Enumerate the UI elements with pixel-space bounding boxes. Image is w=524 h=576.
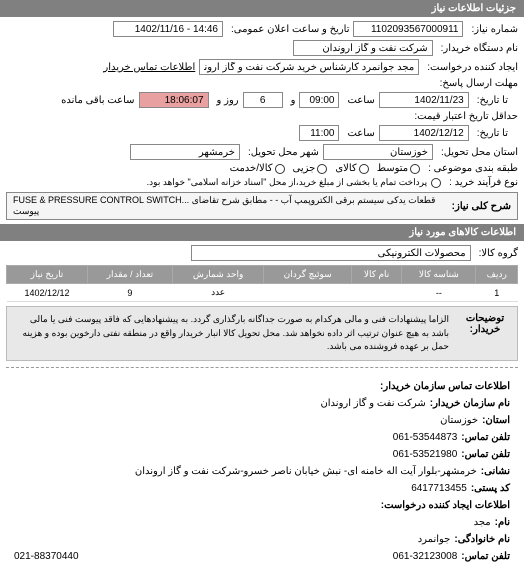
dev-input[interactable] bbox=[293, 40, 433, 56]
contact-block: اطلاعات تماس سازمان خریدار: نام سازمان خ… bbox=[6, 374, 518, 569]
fax-label: تلفن تماس: bbox=[461, 446, 510, 463]
process-label: نوع فرآیند خرید : bbox=[445, 177, 518, 188]
validity-hour-input[interactable] bbox=[299, 125, 339, 141]
cat-label: طبقه بندی موضوعی : bbox=[424, 163, 518, 174]
org-value: شرکت نفت و گاز اروندان bbox=[320, 395, 425, 412]
location-label: استان محل تحویل: bbox=[437, 147, 518, 158]
family-value: جوانمرد bbox=[418, 531, 451, 548]
keyword-value: FUSE & PRESSURE CONTROL SWITCH... قطعات … bbox=[13, 195, 442, 217]
post-value: 6417713455 bbox=[411, 480, 467, 497]
cat-opt-2[interactable]: جزیی bbox=[293, 163, 328, 174]
form-content: شماره نیاز: تاریخ و ساعت اعلان عمومی: نا… bbox=[0, 17, 524, 224]
items-table: ردیف شناسه کالا نام کالا سوئیچ گردان واح… bbox=[6, 265, 518, 302]
radio-icon bbox=[317, 164, 327, 174]
cat-radio-group: متوسط کالای جزیی کالا/خدمت bbox=[230, 163, 421, 174]
to-date-label: تا تاریخ: bbox=[473, 95, 508, 106]
city-label: شهر محل تحویل: bbox=[244, 147, 319, 158]
phone-label: تلفن تماس: bbox=[461, 429, 510, 446]
dev-label: نام دستگاه خریدار: bbox=[437, 43, 518, 54]
req-no-label: شماره نیاز: bbox=[467, 24, 518, 35]
to-hour-input[interactable] bbox=[299, 92, 339, 108]
cat-opt-0[interactable]: متوسط bbox=[377, 163, 420, 174]
validity-to-input[interactable] bbox=[379, 125, 469, 141]
province-input[interactable] bbox=[323, 144, 433, 160]
deadline-group-label: مهلت ارسال پاسخ: bbox=[436, 78, 518, 89]
radio-icon bbox=[275, 164, 285, 174]
province-label: استان: bbox=[482, 412, 510, 429]
remain-input bbox=[139, 92, 209, 108]
post-label: کد پستی: bbox=[471, 480, 510, 497]
province-value: خوزستان bbox=[440, 412, 478, 429]
items-content: گروه کالا: ردیف شناسه کالا نام کالا سوئی… bbox=[0, 241, 524, 573]
col-code: شناسه کالا bbox=[402, 266, 476, 284]
cat-opt-3[interactable]: کالا/خدمت bbox=[230, 163, 285, 174]
radio-icon bbox=[410, 164, 420, 174]
table-row[interactable]: 1 -- عدد 9 1402/12/12 bbox=[7, 284, 518, 302]
creator-input[interactable] bbox=[199, 59, 419, 75]
group-label: گروه کالا: bbox=[475, 248, 518, 259]
cphone2-value: 021-88370440 bbox=[14, 548, 79, 565]
keyword-row: شرح کلی نیاز: FUSE & PRESSURE CONTROL SW… bbox=[6, 192, 518, 220]
family-label: نام خانوادگی: bbox=[454, 531, 510, 548]
col-qty: تعداد / مقدار bbox=[87, 266, 172, 284]
to-date-input[interactable] bbox=[379, 92, 469, 108]
creator-title: اطلاعات ایجاد کننده درخواست: bbox=[381, 497, 510, 514]
group-input[interactable] bbox=[191, 245, 471, 261]
hour-label-1: ساعت bbox=[343, 95, 374, 106]
col-name: نام کالا bbox=[351, 266, 401, 284]
creator-label: ایجاد کننده درخواست: bbox=[423, 62, 518, 73]
contact-title: اطلاعات تماس سازمان خریدار: bbox=[380, 378, 510, 395]
col-spin: سوئیچ گردان bbox=[264, 266, 352, 284]
col-row: ردیف bbox=[476, 266, 518, 284]
radio-icon bbox=[359, 164, 369, 174]
days-input[interactable] bbox=[243, 92, 283, 108]
req-no-input[interactable] bbox=[353, 21, 463, 37]
addr-value: خرمشهر-بلوار آیت اله خامنه ای- نبش خیابا… bbox=[135, 463, 477, 480]
name-label: نام: bbox=[495, 514, 510, 531]
creator-contact-link[interactable]: اطلاعات تماس خریدار bbox=[99, 62, 195, 73]
ann-input[interactable] bbox=[113, 21, 223, 37]
remain-label: ساعت باقی مانده bbox=[57, 95, 134, 106]
buyer-desc-text: الزاما پیشنهادات فنی و مالی هرکدام به صو… bbox=[9, 309, 453, 358]
col-unit: واحد شمارش bbox=[172, 266, 263, 284]
process-radio-group bbox=[431, 178, 441, 188]
cphone1-value: 061-32123008 bbox=[393, 548, 458, 565]
days-label: روز و bbox=[213, 95, 239, 106]
divider bbox=[6, 367, 518, 368]
buyer-desc-block: توضیحات خریدار: الزاما پیشنهادات فنی و م… bbox=[6, 306, 518, 361]
cat-opt-1[interactable]: کالای bbox=[335, 163, 368, 174]
validity-label: حداقل تاریخ اعتبار قیمت: bbox=[410, 111, 518, 122]
section-header-details: جزئیات اطلاعات نیاز bbox=[0, 0, 524, 17]
fax-value: 061-53521980 bbox=[393, 446, 458, 463]
keyword-label: شرح کلی نیاز: bbox=[448, 201, 511, 212]
section-title: جزئیات اطلاعات نیاز bbox=[432, 3, 516, 14]
phone-value: 061-53544873 bbox=[393, 429, 458, 446]
process-note: پرداخت تمام یا بخشی از مبلغ خرید،از محل … bbox=[147, 177, 427, 188]
name-value: مجد bbox=[474, 514, 491, 531]
items-title: اطلاعات کالاهای مورد نیاز bbox=[409, 227, 516, 238]
section-header-items: اطلاعات کالاهای مورد نیاز bbox=[0, 224, 524, 241]
cphone-label: تلفن تماس: bbox=[461, 548, 510, 565]
ann-label: تاریخ و ساعت اعلان عمومی: bbox=[227, 24, 350, 35]
radio-icon[interactable] bbox=[431, 178, 441, 188]
col-need: تاریخ نیاز bbox=[7, 266, 88, 284]
hour-label-2: ساعت bbox=[343, 128, 374, 139]
and-label: و bbox=[287, 95, 296, 106]
buyer-desc-label: توضیحات خریدار: bbox=[455, 309, 515, 358]
city-input[interactable] bbox=[130, 144, 240, 160]
addr-label: نشانی: bbox=[481, 463, 510, 480]
org-label: نام سازمان خریدار: bbox=[430, 395, 510, 412]
validity-to-label: تا تاریخ: bbox=[473, 128, 508, 139]
